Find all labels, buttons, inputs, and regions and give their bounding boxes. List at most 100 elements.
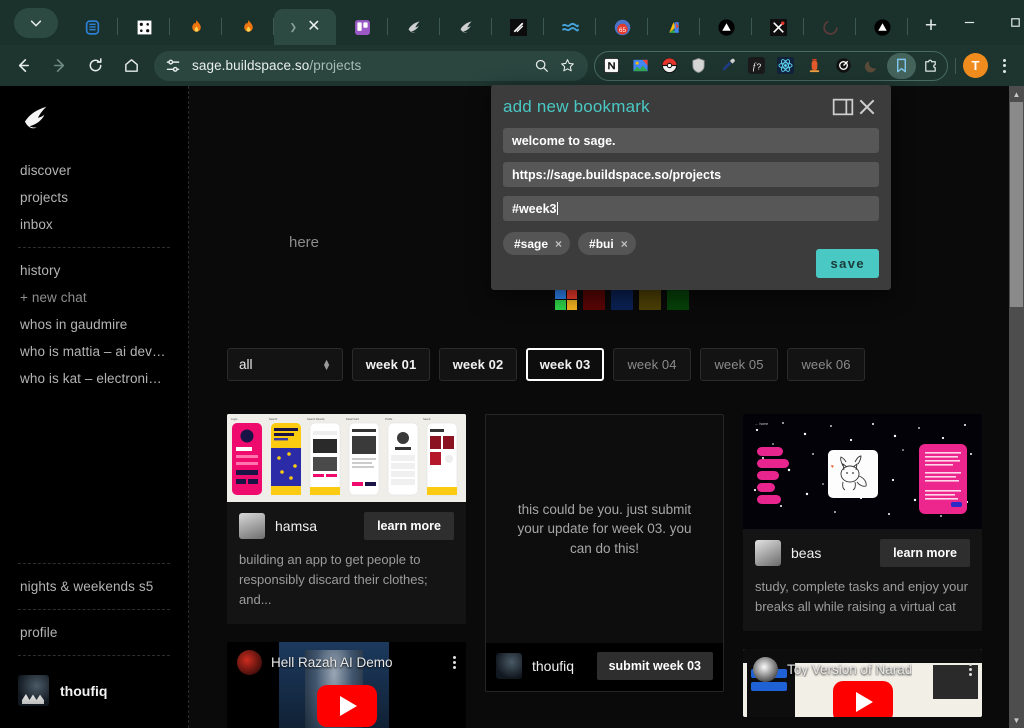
project-card-beas[interactable]: ← home ♥ beas learn more study, complete… [743,414,982,632]
sidebar-history-item[interactable]: who is kat – electronic musi... [18,365,170,392]
filter-select[interactable]: all ▲ ▼ [227,348,343,381]
sidebar-item-projects[interactable]: projects [18,184,170,211]
dark-mode-extension-icon[interactable] [858,53,887,79]
pokeball-extension-icon[interactable] [655,53,684,79]
radio-icon [85,19,99,35]
panel-icon[interactable] [831,95,855,119]
bookmark-name-input[interactable]: welcome to sage. [503,128,879,153]
url-host: sage.buildspace.so [192,58,310,73]
tab-65[interactable]: 65 [596,9,648,45]
new-tab-button[interactable]: + [916,11,946,41]
tag-chip[interactable]: #bui × [578,232,636,255]
card-meta: hamsa learn more [227,502,466,546]
sidebar-new-chat-button[interactable]: + new chat [18,284,170,311]
spinner-icon [822,19,838,35]
tab-dice[interactable] [118,9,170,45]
bookmark-url-input[interactable]: https://sage.buildspace.so/projects [503,162,879,187]
tab-week-06[interactable]: week 06 [787,348,865,381]
video-menu-button[interactable] [453,656,456,670]
tab-week-01[interactable]: week 01 [352,348,430,381]
video-card-narad[interactable]: Toy Version of Narad [743,649,982,718]
search-icon[interactable] [530,55,552,77]
maximize-button[interactable] [992,0,1024,45]
remove-tag-icon[interactable]: × [555,237,562,251]
sidebar-item-season[interactable]: nights & weekends s5 [18,573,170,600]
tab-loading[interactable] [804,9,856,45]
reload-button[interactable] [80,51,110,81]
tab-sage-2[interactable] [440,9,492,45]
tab-waves[interactable] [544,9,596,45]
minimize-button[interactable] [946,0,992,45]
bookmark-star-icon[interactable] [556,55,578,77]
profile-avatar[interactable]: T [963,53,988,78]
tab-x[interactable] [752,9,804,45]
close-dialog-button[interactable] [855,95,879,119]
shield-extension-icon[interactable] [684,53,713,79]
tab-search-profile-button[interactable] [14,8,58,38]
tab-flame-1[interactable] [170,9,222,45]
app-sidebar: discover projects inbox history + new ch… [0,86,189,728]
tab-week-02[interactable]: week 02 [439,348,517,381]
close-icon[interactable]: ✕ [307,19,320,35]
sidebar-user[interactable]: thoufiq [18,665,170,728]
svg-text:Saved: Saved [423,417,431,421]
submit-week-button[interactable]: submit week 03 [596,652,713,680]
privacy-extension-icon[interactable] [829,53,858,79]
font-finder-extension-icon[interactable]: f? [742,53,771,79]
tab-week-04[interactable]: week 04 [613,348,691,381]
x-twitter-icon [769,18,787,36]
dialog-header: add new bookmark [503,95,879,119]
tab-sage-1[interactable] [388,9,440,45]
learn-more-button[interactable]: learn more [880,539,970,567]
sidebar-item-profile[interactable]: profile [18,619,170,646]
back-button[interactable] [8,51,38,81]
tag-chip[interactable]: #sage × [503,232,571,255]
tab-week-05[interactable]: week 05 [700,348,778,381]
flame-icon [191,19,201,32]
eyedropper-extension-icon[interactable] [713,53,742,79]
scroll-down-arrow[interactable]: ▼ [1009,712,1024,728]
avatar [239,513,265,539]
filter-select-value: all [239,357,253,372]
tab-google[interactable] [648,9,700,45]
browser-menu-button[interactable] [992,52,1016,80]
tab-flame-2[interactable] [222,9,274,45]
tab-trello[interactable] [336,9,388,45]
scroll-up-arrow[interactable]: ▲ [1009,86,1024,102]
page-scrollbar[interactable]: ▲ ▼ [1009,86,1024,728]
pokeball-icon [661,57,678,74]
back-arrow-icon [18,59,29,72]
sage-logo-icon[interactable] [23,104,51,130]
home-button[interactable] [116,51,146,81]
tab-slash[interactable] [492,9,544,45]
address-bar[interactable]: sage.buildspace.so/projects [154,50,588,81]
project-card-hamsa[interactable]: Login Search Search Results Detail Card Pro… [227,414,466,625]
tab-vercel-1[interactable] [700,9,752,45]
react-devtools-extension-icon[interactable] [771,53,800,79]
tab-tunein[interactable] [66,9,118,45]
notion-extension-icon[interactable] [597,53,626,79]
extensions-puzzle-button[interactable] [916,53,945,79]
google-photos-extension-icon[interactable] [626,53,655,79]
sidebar-history-item[interactable]: who is mattia – ai developer... [18,338,170,365]
tab-sage-active[interactable]: ❯ ✕ [274,9,336,45]
tab-week-03[interactable]: week 03 [526,348,604,381]
site-settings-icon[interactable] [163,56,183,76]
bookmark-tag-input[interactable]: #week3 [503,196,879,221]
forward-button[interactable] [44,51,74,81]
bookmark-extension-icon[interactable] [887,52,916,79]
hydrant-extension-icon[interactable] [800,53,829,79]
remove-tag-icon[interactable]: × [621,237,628,251]
play-button[interactable] [832,681,893,718]
moon-icon [864,61,877,73]
save-bookmark-button[interactable]: save [816,249,879,278]
sidebar-item-discover[interactable]: discover [18,157,170,184]
sidebar-item-inbox[interactable]: inbox [18,211,170,238]
scrollbar-thumb[interactable] [1010,102,1023,307]
video-menu-button[interactable] [969,663,972,677]
video-card-hell-razah[interactable]: Hell Razah AI Demo [227,642,466,728]
learn-more-button[interactable]: learn more [364,512,454,540]
sidebar-history-item[interactable]: whos in gaudmire [18,311,170,338]
tab-vercel-2[interactable] [856,9,908,45]
play-button[interactable] [316,685,377,728]
